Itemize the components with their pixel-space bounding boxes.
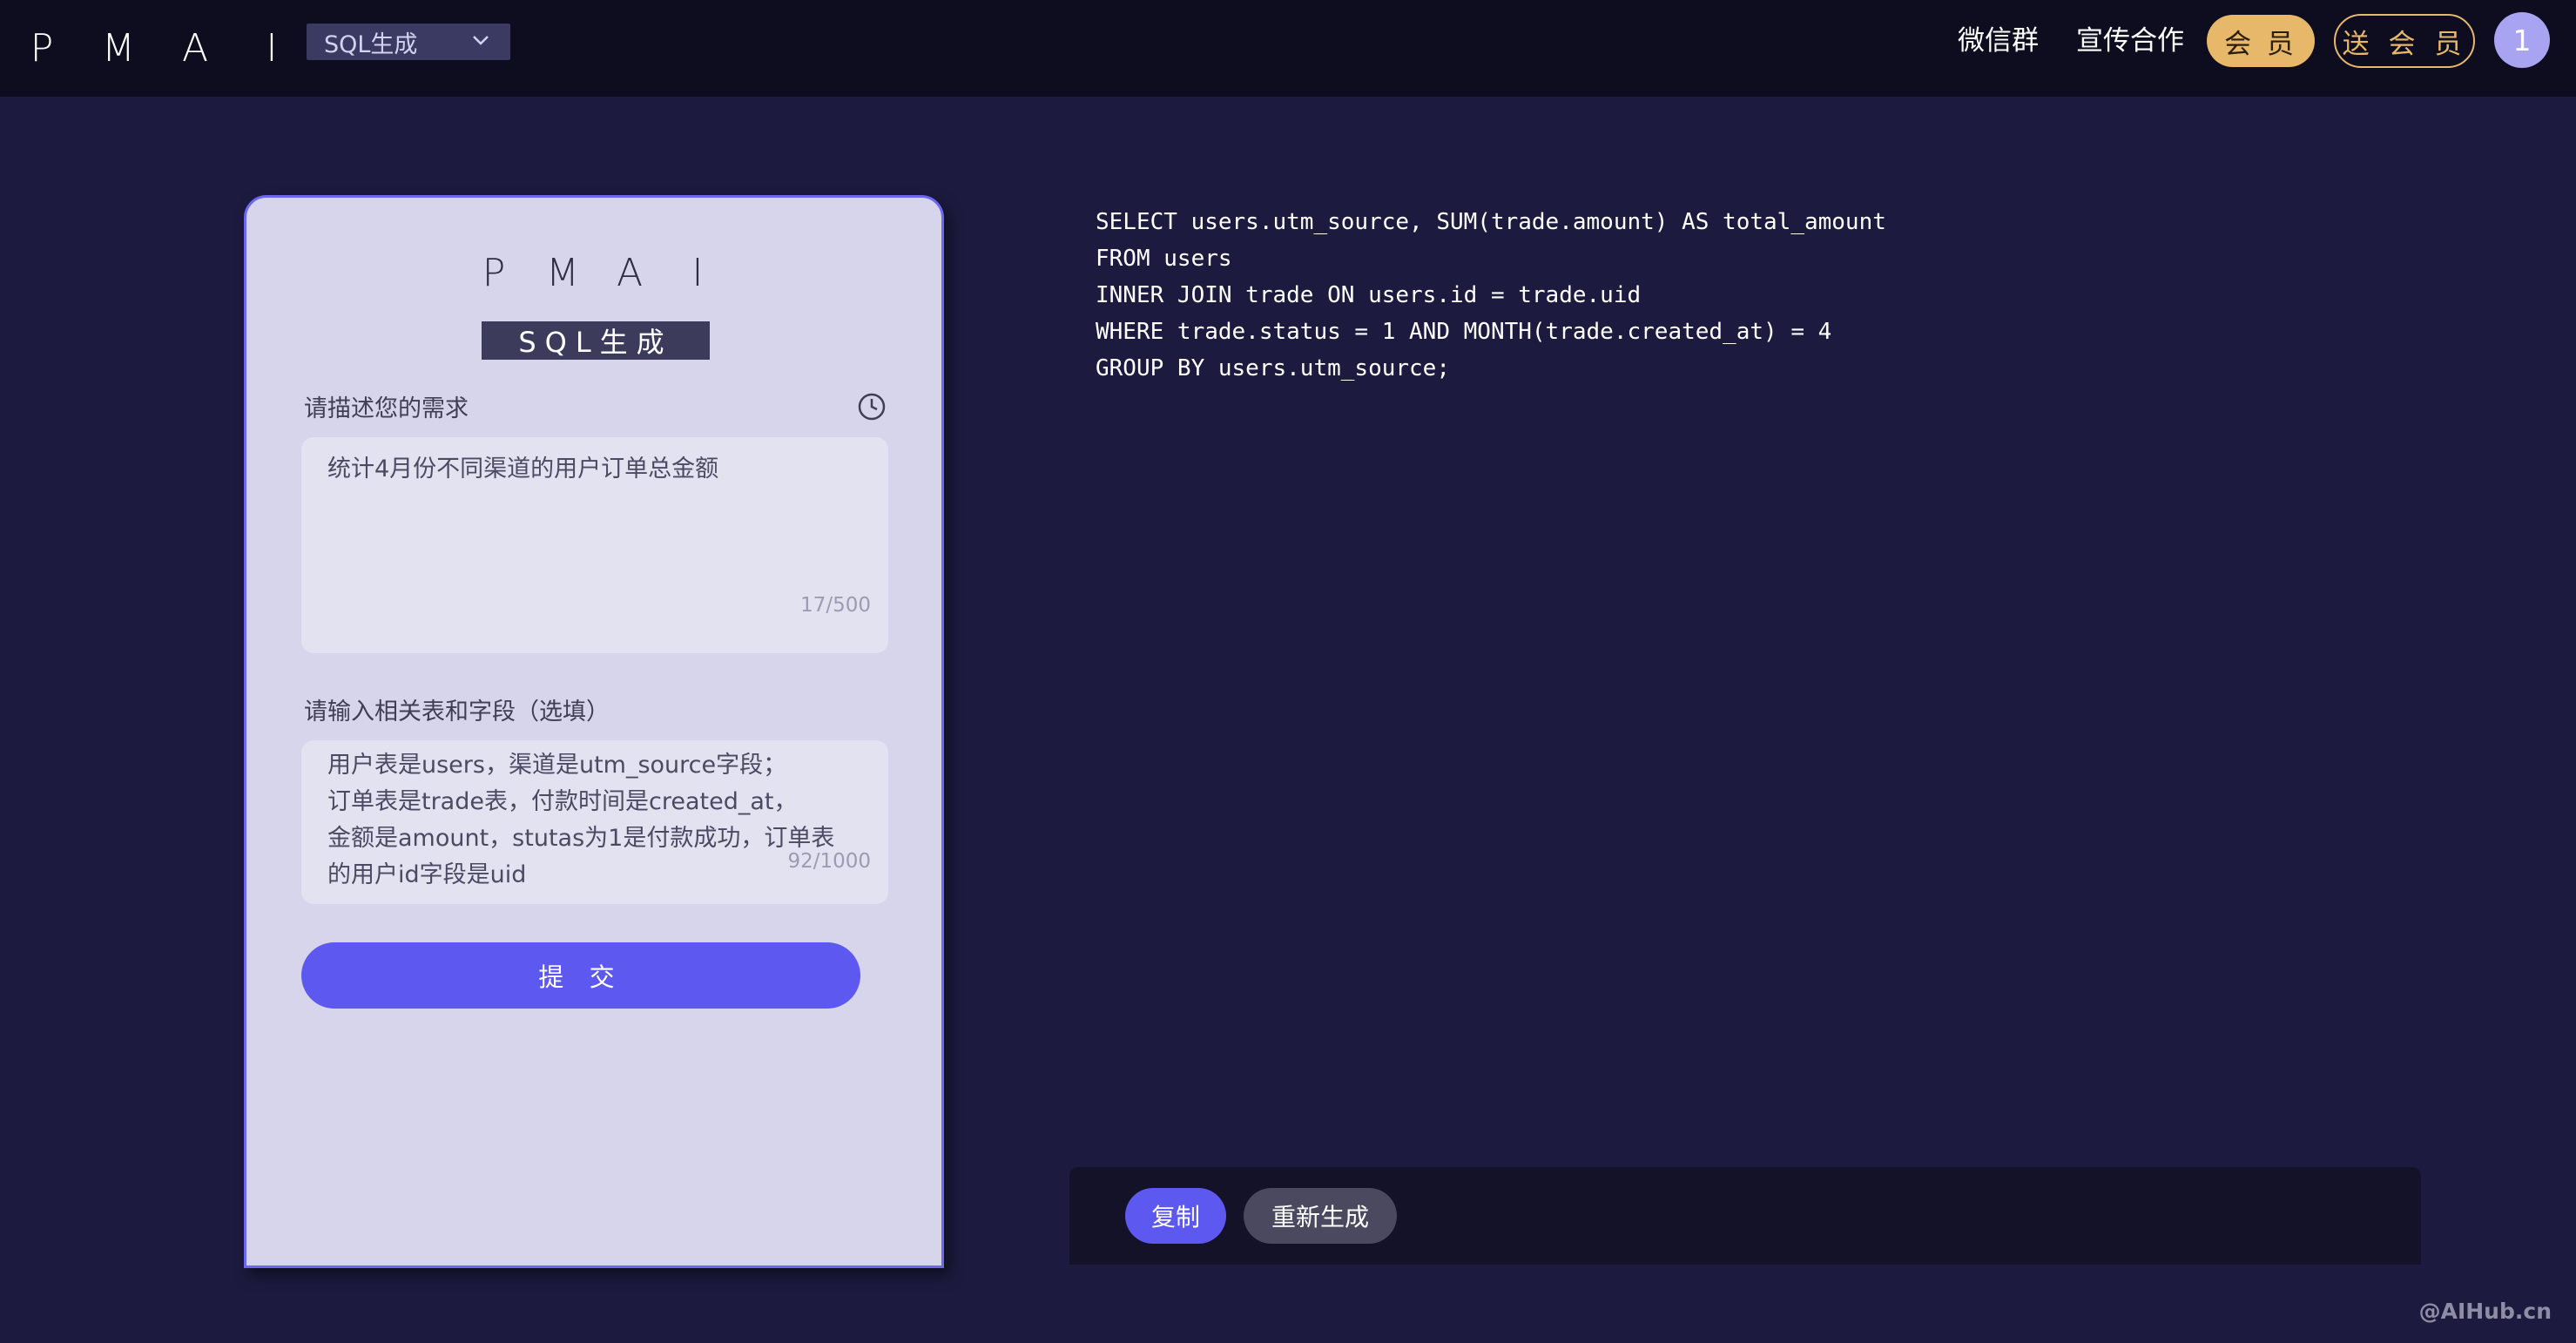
requirement-input-value: 统计4月份不同渠道的用户订单总金额 (327, 456, 719, 483)
nav-wechat-group[interactable]: 微信群 (1958, 19, 2039, 63)
result-action-bar: 复制 重新生成 (1069, 1167, 2421, 1265)
sql-result: SELECT users.utm_source, SUM(trade.amoun… (1096, 209, 1886, 381)
avatar[interactable]: 1 (2494, 12, 2550, 68)
mode-select[interactable]: SQL生成 (307, 24, 510, 60)
logo-letter: A (616, 250, 644, 295)
tables-input[interactable]: 用户表是users，渠道是utm_source字段； 订单表是trade表，付款… (301, 740, 888, 904)
logo-letter: P (482, 250, 506, 295)
history-icon[interactable] (856, 391, 887, 422)
card-logo: P M A I (478, 246, 713, 299)
logo-letter: M (546, 250, 579, 295)
submit-button[interactable]: 提 交 (301, 942, 860, 1009)
vip-button[interactable]: 会 员 (2207, 15, 2315, 67)
requirement-char-counter: 17/500 (800, 594, 871, 617)
requirement-input[interactable]: 统计4月份不同渠道的用户订单总金额 17/500 (301, 437, 888, 653)
nav-promo[interactable]: 宣传合作 (2076, 19, 2184, 63)
tables-label: 请输入相关表和字段（选填） (304, 698, 610, 725)
mode-select-value: SQL生成 (324, 30, 418, 58)
app-logo[interactable]: P M A I (24, 19, 289, 77)
logo-letter: A (181, 25, 209, 71)
input-card: P M A I SQL生成 请描述您的需求 统计4月份不同渠道的用户订单总金额 … (244, 195, 944, 1268)
requirement-label: 请描述您的需求 (304, 395, 469, 422)
chevron-down-icon (473, 36, 489, 45)
gift-vip-button[interactable]: 送 会 员 (2334, 14, 2475, 68)
top-bar: P M A I SQL生成 微信群 宣传合作 会 员 送 会 员 1 (0, 0, 2576, 97)
logo-letter: I (691, 250, 704, 295)
logo-letter: P (30, 25, 54, 71)
tables-char-counter: 92/1000 (787, 850, 871, 873)
card-title-badge: SQL生成 (482, 321, 710, 360)
regenerate-button[interactable]: 重新生成 (1244, 1188, 1397, 1244)
copy-button[interactable]: 复制 (1125, 1188, 1226, 1244)
logo-letter: I (266, 25, 278, 71)
watermark: @AIHub.cn (2418, 1299, 2552, 1324)
logo-letter: M (102, 25, 135, 71)
